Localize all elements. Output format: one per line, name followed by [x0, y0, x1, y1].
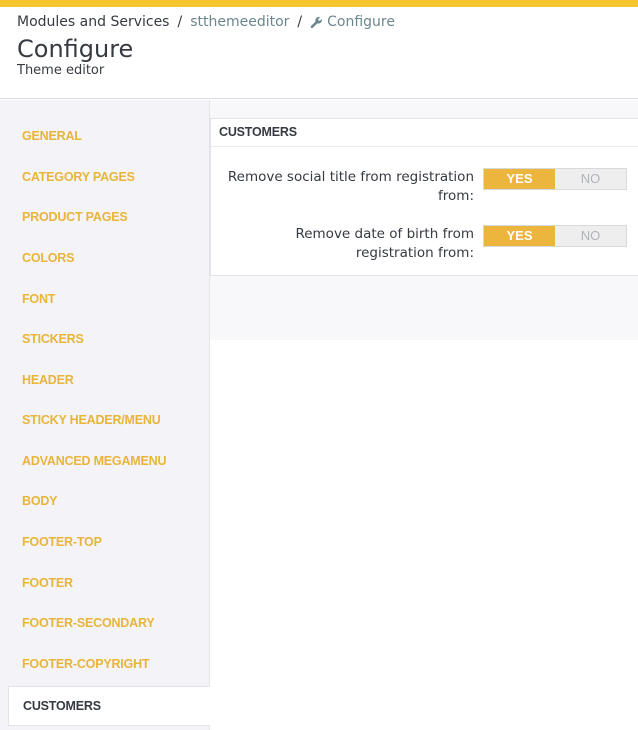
breadcrumb-module[interactable]: stthemeeditor — [190, 14, 289, 30]
sidebar-item-font[interactable]: FONT — [22, 287, 55, 311]
sidebar-item-customers[interactable]: CUSTOMERS — [8, 686, 211, 726]
wrench-icon — [310, 16, 323, 28]
sidebar-item-product-pages[interactable]: PRODUCT PAGES — [22, 205, 128, 229]
breadcrumb: Modules and Services / stthemeeditor / C… — [17, 14, 395, 30]
sidebar-item-label: CUSTOMERS — [23, 699, 101, 713]
date-of-birth-switch: YES NO — [483, 225, 627, 247]
breadcrumb-current-label: Configure — [327, 14, 395, 30]
sidebar-item-stickers[interactable]: STICKERS — [22, 327, 84, 351]
breadcrumb-separator: / — [177, 14, 183, 30]
social-title-no-option[interactable]: NO — [555, 169, 626, 189]
sidebar-item-advanced-megamenu[interactable]: ADVANCED MEGAMENU — [22, 449, 166, 473]
sidebar-item-body[interactable]: BODY — [22, 489, 58, 513]
breadcrumb-separator: / — [297, 14, 303, 30]
panel-heading: CUSTOMERS — [211, 119, 638, 147]
breadcrumb-current: Configure — [310, 14, 395, 30]
page-subtitle: Theme editor — [17, 63, 105, 78]
sidebar-item-colors[interactable]: COLORS — [22, 246, 74, 270]
breadcrumb-root[interactable]: Modules and Services — [17, 14, 169, 30]
date-of-birth-label: Remove date of birth from registration f… — [295, 226, 474, 261]
sidebar-nav: GENERAL CATEGORY PAGES PRODUCT PAGES COL… — [0, 100, 211, 730]
page-header: Modules and Services / stthemeeditor / C… — [0, 7, 638, 99]
sidebar-item-footer-copyright[interactable]: FOOTER-COPYRIGHT — [22, 652, 150, 676]
sidebar-item-header[interactable]: HEADER — [22, 368, 74, 392]
social-title-switch: YES NO — [483, 168, 627, 190]
top-accent-bar — [0, 0, 638, 7]
sidebar-item-footer-secondary[interactable]: FOOTER-SECONDARY — [22, 611, 155, 635]
panel-title: CUSTOMERS — [219, 125, 297, 139]
sidebar-item-footer[interactable]: FOOTER — [22, 571, 73, 595]
date-of-birth-yes-option[interactable]: YES — [484, 226, 555, 246]
date-of-birth-no-option[interactable]: NO — [555, 226, 626, 246]
sidebar-item-footer-top[interactable]: FOOTER-TOP — [22, 530, 102, 554]
page-title: Configure — [17, 35, 134, 63]
sidebar-item-general[interactable]: GENERAL — [22, 124, 82, 148]
social-title-label: Remove social title from registration fr… — [227, 169, 474, 204]
sidebar-item-sticky-header-menu[interactable]: STICKY HEADER/MENU — [22, 408, 161, 432]
sidebar-item-category-pages[interactable]: CATEGORY PAGES — [22, 165, 135, 189]
customers-panel: CUSTOMERS Remove social title from regis… — [210, 118, 638, 276]
social-title-yes-option[interactable]: YES — [484, 169, 555, 189]
